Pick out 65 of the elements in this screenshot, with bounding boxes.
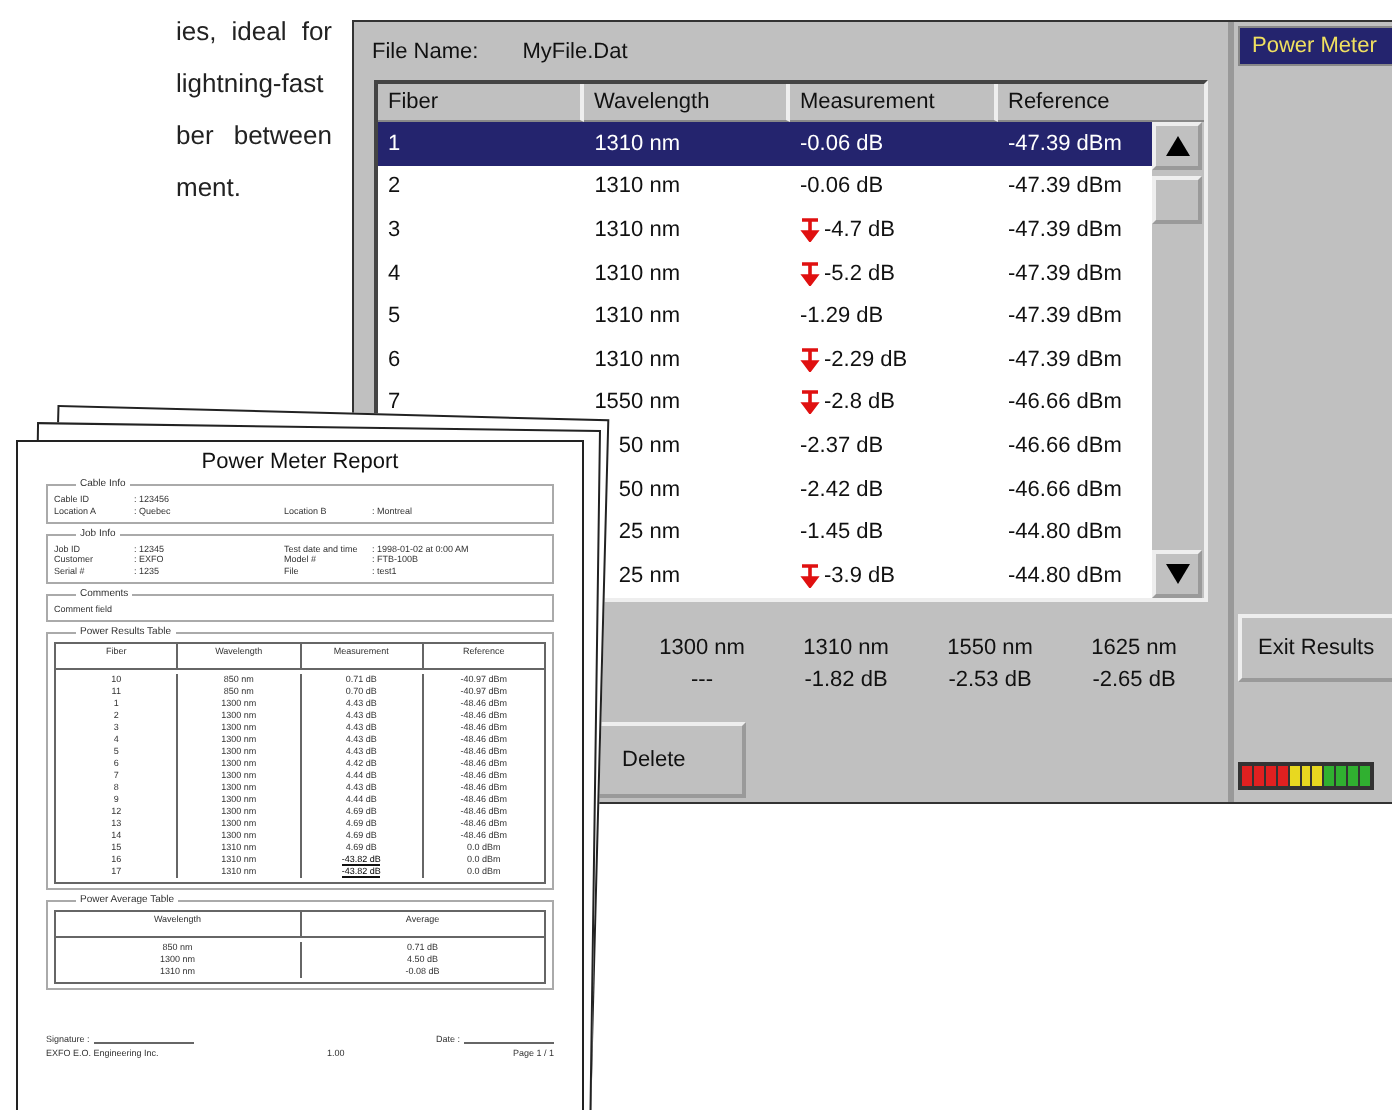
level-meter-icon [1238,762,1374,790]
intro-text-line: ment. [176,170,244,206]
table-cell: 1310 nm [594,347,680,372]
file-name-value: MyFile.Dat [522,40,628,68]
average-value: -2.65 dB [1092,667,1176,692]
intro-text-line: ies, ideal for [176,14,332,50]
average-value: --- [691,667,713,692]
table-cell: -0.06 dB [800,131,884,156]
table-cell: 1310 nm [594,131,680,156]
average-wavelength: 1300 nm [659,635,745,660]
table-cell: 4 [388,261,401,286]
table-cell: 1310 nm [594,261,680,286]
table-cell: -47.39 dBm [1008,261,1122,286]
intro-text-line: lightning-fast [176,66,326,102]
panel-title: Power Meter [1238,26,1392,66]
table-cell: -44.80 dBm [1008,563,1122,588]
table-cell: -47.39 dBm [1008,131,1122,156]
table-cell: -2.29 dB [824,347,908,372]
average-value: -1.82 dB [804,667,888,692]
exit-results-button[interactable]: Exit Results [1238,614,1392,682]
table-cell: 50 nm [618,433,680,458]
table-cell: 7 [388,390,401,415]
table-cell: -1.45 dB [800,520,884,545]
table-cell: 1310 nm [594,304,680,329]
table-cell: -46.66 dBm [1008,433,1122,458]
table-cell: 1550 nm [594,390,680,415]
scroll-thumb[interactable] [1152,176,1202,224]
table-cell: -46.66 dBm [1008,477,1122,502]
table-cell: 2 [388,174,401,199]
table-cell: -2.8 dB [824,390,895,415]
table-cell: -2.42 dB [800,477,884,502]
scroll-up-button[interactable] [1152,122,1202,170]
average-wavelength: 1550 nm [947,635,1033,660]
table-cell: 1 [388,131,401,156]
table-cell: 1310 nm [594,174,680,199]
average-value: -2.53 dB [948,667,1032,692]
table-cell: -1.29 dB [800,304,884,329]
table-cell: -46.66 dBm [1008,390,1122,415]
table-cell: -2.37 dB [800,433,884,458]
table-cell: -47.39 dBm [1008,347,1122,372]
table-cell: -44.80 dBm [1008,520,1122,545]
table-cell: -5.2 dB [824,261,895,286]
table-cell: 50 nm [618,477,680,502]
selected-row[interactable]: 1 1310 nm -0.06 dB -47.39 dBm [378,122,1152,166]
table-cell: -0.06 dB [800,174,884,199]
average-wavelength: 1625 nm [1091,635,1177,660]
table-cell: 5 [388,304,401,329]
table-cell: 1310 nm [594,217,680,242]
table-cell: -47.39 dBm [1008,217,1122,242]
table-cell: 25 nm [618,563,680,588]
scroll-down-button[interactable] [1152,549,1202,598]
table-cell: -3.9 dB [824,563,895,588]
average-wavelength: 1310 nm [803,635,889,660]
delete-button[interactable]: Delete [594,722,746,798]
table-cell: 3 [388,217,401,242]
up-triangle-icon [1165,136,1189,156]
table-cell: -4.7 dB [824,217,895,242]
down-triangle-icon [1165,563,1189,584]
intro-text-line: ber between [176,118,332,154]
report-title: Power Meter Report [199,450,401,474]
table-cell: 6 [388,347,401,372]
file-name-label: File Name: [372,40,479,68]
table-cell: -47.39 dBm [1008,174,1122,199]
table-cell: 25 nm [618,520,680,545]
table-cell: -47.39 dBm [1008,304,1122,329]
